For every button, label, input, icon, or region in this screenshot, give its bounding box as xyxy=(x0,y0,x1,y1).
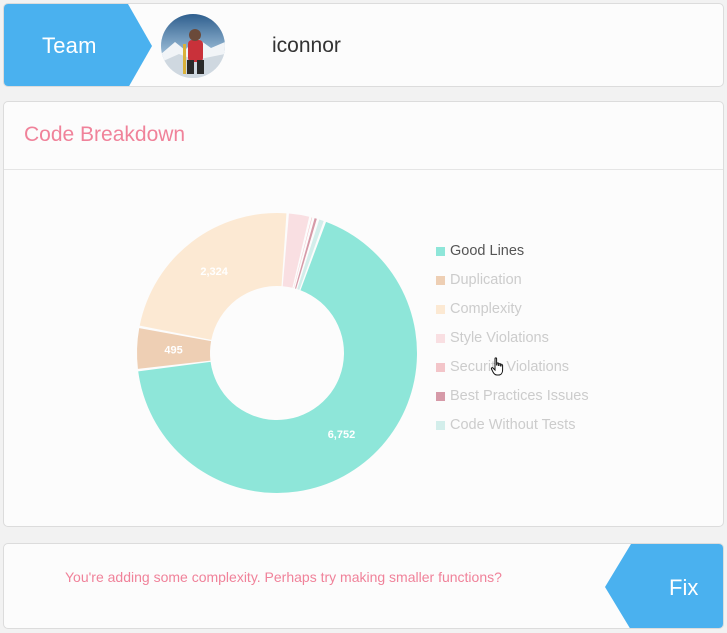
chart-legend: Good Lines Duplication Complexity Style Vio… xyxy=(436,242,589,445)
legend-label: Complexity xyxy=(450,301,522,317)
donut-chart: 6,752 495 2,324 xyxy=(137,213,418,493)
legend-item-duplication[interactable]: Duplication xyxy=(436,271,589,300)
legend-swatch xyxy=(436,305,445,314)
legend-item-style-violations[interactable]: Style Violations xyxy=(436,329,589,358)
legend-item-best-practices-issues[interactable]: Best Practices Issues xyxy=(436,387,589,416)
legend-item-good-lines[interactable]: Good Lines xyxy=(436,242,589,271)
slice-style-violations[interactable] xyxy=(282,213,310,288)
legend-label: Duplication xyxy=(450,272,522,288)
suggestion-message: You're adding some complexity. Perhaps t… xyxy=(65,569,502,585)
avatar[interactable] xyxy=(161,14,225,78)
legend-item-complexity[interactable]: Complexity xyxy=(436,300,589,329)
legend-swatch xyxy=(436,247,445,256)
legend-swatch xyxy=(436,421,445,430)
code-breakdown-card: Code Breakdown 6,752 495 2,324 Good Lines D… xyxy=(3,101,724,527)
suggestion-card: You're adding some complexity. Perhaps t… xyxy=(3,543,724,629)
legend-label: Best Practices Issues xyxy=(450,388,589,404)
legend-swatch xyxy=(436,363,445,372)
legend-item-security-violations[interactable]: Security Violations xyxy=(436,358,589,387)
legend-label: Security Violations xyxy=(450,359,570,375)
legend-swatch xyxy=(436,276,445,285)
slice-value-label: 495 xyxy=(164,345,182,357)
avatar-photo xyxy=(161,14,225,78)
legend-label: Code Without Tests xyxy=(450,417,576,433)
fix-tab-shape xyxy=(605,544,723,628)
slice-value-label: 6,752 xyxy=(328,429,356,441)
fix-label: Fix xyxy=(669,575,699,600)
legend-item-code-without-tests[interactable]: Code Without Tests xyxy=(436,416,589,445)
legend-label: Good Lines xyxy=(450,243,525,259)
legend-swatch xyxy=(436,392,445,401)
legend-swatch xyxy=(436,334,445,343)
team-label: Team xyxy=(42,33,97,58)
team-tab[interactable]: Team xyxy=(4,4,154,86)
team-header-card: Team iconnor xyxy=(3,3,724,87)
fix-button[interactable]: Fix xyxy=(605,544,723,628)
legend-label: Style Violations xyxy=(450,330,549,346)
slice-value-label: 2,324 xyxy=(200,266,228,278)
hand-pointer-icon xyxy=(490,357,504,376)
username: iconnor xyxy=(272,34,341,57)
